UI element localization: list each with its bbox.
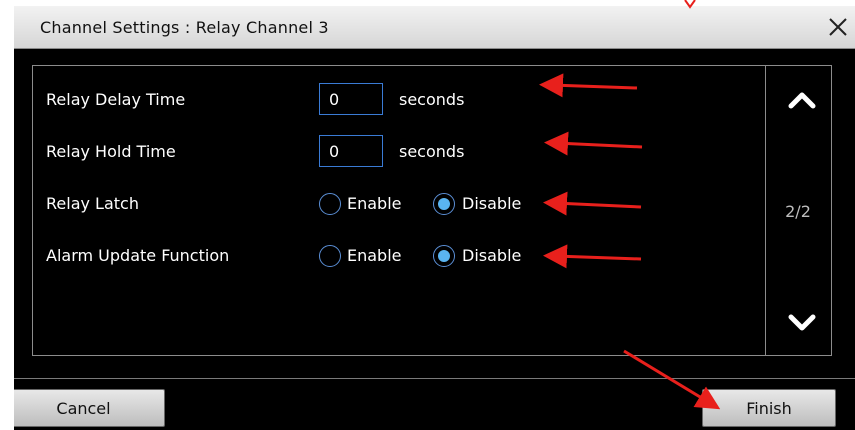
page-indicator: 2/2 — [785, 202, 811, 221]
dialog-title: Channel Settings : Relay Channel 3 — [40, 18, 329, 37]
alarm-update-disable-label[interactable]: Disable — [462, 246, 521, 265]
relay-latch-enable-label[interactable]: Enable — [347, 194, 402, 213]
scroll-down-button[interactable] — [782, 302, 822, 342]
title-bar: Channel Settings : Relay Channel 3 — [14, 6, 855, 49]
chevron-down-icon — [788, 314, 816, 331]
alarm-update-enable-radio[interactable] — [319, 245, 341, 267]
relay-latch-enable-radio[interactable] — [319, 193, 341, 215]
relay-latch-disable-label[interactable]: Disable — [462, 194, 521, 213]
relay-delay-unit: seconds — [399, 90, 465, 109]
chevron-up-icon — [788, 92, 816, 109]
screen-edge — [0, 0, 14, 430]
relay-latch-label: Relay Latch — [46, 194, 139, 213]
finish-button[interactable]: Finish — [702, 389, 836, 427]
channel-settings-dialog: Channel Settings : Relay Channel 3 Relay… — [14, 6, 855, 430]
alarm-update-label: Alarm Update Function — [46, 246, 230, 265]
close-button[interactable] — [823, 12, 853, 42]
alarm-update-enable-label[interactable]: Enable — [347, 246, 402, 265]
relay-hold-unit: seconds — [399, 142, 465, 161]
settings-panel: Relay Delay Time seconds Relay Hold Time… — [32, 65, 832, 356]
close-icon — [829, 18, 847, 36]
relay-delay-label: Relay Delay Time — [46, 90, 186, 109]
cancel-button[interactable]: Cancel — [14, 389, 165, 427]
relay-latch-disable-radio[interactable] — [433, 193, 455, 215]
relay-hold-input[interactable] — [319, 135, 383, 167]
footer-divider — [14, 378, 855, 379]
relay-delay-input[interactable] — [319, 83, 383, 115]
scroll-up-button[interactable] — [782, 80, 822, 120]
relay-hold-label: Relay Hold Time — [46, 142, 176, 161]
alarm-update-disable-radio[interactable] — [433, 245, 455, 267]
